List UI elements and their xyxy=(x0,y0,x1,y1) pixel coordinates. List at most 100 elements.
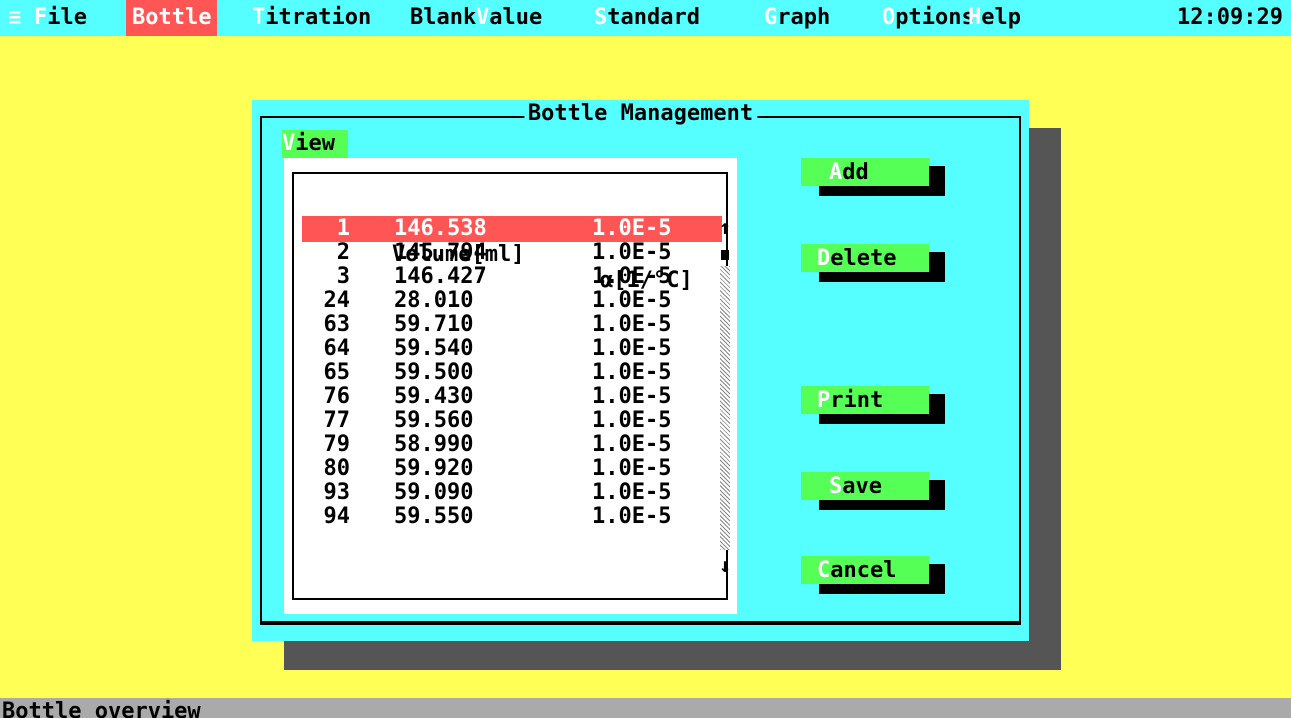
table-row[interactable]: 93 59.090 1.0E-5 xyxy=(294,480,714,506)
save-button[interactable]: Save xyxy=(801,472,929,500)
row-volume: 146.538 xyxy=(394,216,487,241)
system-menu-icon[interactable]: ≡ xyxy=(8,0,21,36)
add-label: dd xyxy=(842,160,869,185)
row-alpha: 1.0E-5 xyxy=(592,480,672,505)
menu-file[interactable]: File xyxy=(34,0,87,36)
row-alpha: 1.0E-5 xyxy=(592,432,672,457)
menu-graph-label: raph xyxy=(777,5,831,30)
add-button-wrap: Add xyxy=(801,158,947,202)
table-row[interactable]: 3 146.427 1.0E-5 xyxy=(294,264,714,290)
row-no: 63 xyxy=(323,312,351,337)
row-alpha: 1.0E-5 xyxy=(592,312,672,337)
menu-graph-hotkey: G xyxy=(764,5,778,30)
table-row[interactable]: 77 59.560 1.0E-5 xyxy=(294,408,714,434)
menu-bottle[interactable]: Bottle xyxy=(126,0,218,36)
menu-titration-hotkey: T xyxy=(252,5,266,30)
row-alpha: 1.0E-5 xyxy=(592,288,672,313)
row-alpha: 1.0E-5 xyxy=(592,408,672,433)
table-row[interactable]: 64 59.540 1.0E-5 xyxy=(294,336,714,362)
print-label: rint xyxy=(830,388,884,413)
add-hotkey: A xyxy=(829,160,843,185)
menu-bar: ≡ File Bottle Titration Blank Value Stan… xyxy=(0,0,1291,36)
row-volume: 59.560 xyxy=(394,408,474,433)
bottle-list[interactable]: No Volume[ml] α[1/°C] 1 146.538 1.0E-5 2 145… xyxy=(292,172,731,600)
row-no: 65 xyxy=(323,360,351,385)
dialog-title: Bottle Management xyxy=(523,100,758,128)
menu-file-label: ile xyxy=(47,5,87,30)
bottle-management-dialog: Bottle Management View No Volume[ml] α[1… xyxy=(252,100,1029,641)
table-row[interactable]: 65 59.500 1.0E-5 xyxy=(294,360,714,386)
delete-button[interactable]: Delete xyxy=(801,244,929,272)
menu-value[interactable]: Value xyxy=(476,0,542,36)
menu-blank-label: Blank xyxy=(410,5,477,30)
clock: 12:09:29 xyxy=(1177,5,1283,30)
menu-titration-label: itration xyxy=(265,5,372,30)
status-bar: Bottle overview xyxy=(0,698,1291,718)
row-alpha: 1.0E-5 xyxy=(592,360,672,385)
list-scrollbar[interactable]: ↑ ↓ xyxy=(718,216,732,578)
menu-options[interactable]: Options xyxy=(882,0,975,36)
table-row[interactable]: 24 28.010 1.0E-5 xyxy=(294,288,714,314)
menu-value-hotkey: V xyxy=(476,5,490,30)
cancel-label: ancel xyxy=(830,558,897,583)
row-no: 93 xyxy=(323,480,351,505)
row-no: 3 xyxy=(336,264,350,289)
menu-help-hotkey: H xyxy=(968,5,982,30)
menu-file-hotkey: F xyxy=(34,5,48,30)
print-button[interactable]: Print xyxy=(801,386,929,414)
table-row[interactable]: 79 58.990 1.0E-5 xyxy=(294,432,714,458)
menu-bottle-hotkey: B xyxy=(132,5,146,30)
cancel-hotkey: C xyxy=(817,558,831,583)
scroll-track[interactable] xyxy=(720,266,730,550)
view-label: iew xyxy=(295,131,335,156)
row-volume: 59.090 xyxy=(394,480,474,505)
row-no: 64 xyxy=(323,336,351,361)
menu-bottle-label: ottle xyxy=(145,5,212,30)
menu-titration[interactable]: Titration xyxy=(252,0,371,36)
row-alpha: 1.0E-5 xyxy=(592,504,672,529)
system-menu-glyph: ≡ xyxy=(8,5,22,30)
view-hotkey: V xyxy=(282,131,296,156)
menu-standard-label: tandard xyxy=(607,5,700,30)
table-row[interactable]: 1 146.538 1.0E-5 xyxy=(302,216,722,242)
row-no: 76 xyxy=(323,384,351,409)
row-volume: 145.794 xyxy=(394,240,487,265)
menu-options-hotkey: O xyxy=(882,5,896,30)
cancel-button[interactable]: Cancel xyxy=(801,556,929,584)
row-alpha: 1.0E-5 xyxy=(592,336,672,361)
menu-blank[interactable]: Blank xyxy=(410,0,476,36)
scroll-down-arrow-icon[interactable]: ↓ xyxy=(718,554,732,576)
row-no: 24 xyxy=(323,288,351,313)
scroll-thumb[interactable] xyxy=(718,244,732,260)
add-button[interactable]: Add xyxy=(801,158,929,186)
menu-standard[interactable]: Standard xyxy=(594,0,700,36)
table-row[interactable]: 76 59.430 1.0E-5 xyxy=(294,384,714,410)
row-no: 80 xyxy=(323,456,351,481)
row-no: 2 xyxy=(336,240,350,265)
table-row[interactable]: 63 59.710 1.0E-5 xyxy=(294,312,714,338)
row-alpha: 1.0E-5 xyxy=(592,264,672,289)
menu-options-label: ptions xyxy=(895,5,975,30)
row-alpha: 1.0E-5 xyxy=(592,216,672,241)
row-no: 79 xyxy=(323,432,351,457)
row-volume: 59.540 xyxy=(394,336,474,361)
row-volume: 58.990 xyxy=(394,432,474,457)
table-row[interactable]: 2 145.794 1.0E-5 xyxy=(294,240,714,266)
menu-help-label: elp xyxy=(981,5,1021,30)
row-alpha: 1.0E-5 xyxy=(592,456,672,481)
row-volume: 146.427 xyxy=(394,264,487,289)
view-menu[interactable]: View xyxy=(282,130,348,158)
scroll-up-arrow-icon[interactable]: ↑ xyxy=(718,216,732,238)
row-volume: 59.550 xyxy=(394,504,474,529)
row-no: 1 xyxy=(336,216,350,241)
table-row[interactable]: 80 59.920 1.0E-5 xyxy=(294,456,714,482)
row-volume: 59.500 xyxy=(394,360,474,385)
menu-graph[interactable]: Graph xyxy=(764,0,830,36)
row-alpha: 1.0E-5 xyxy=(592,384,672,409)
row-no: 77 xyxy=(323,408,351,433)
menu-help[interactable]: Help xyxy=(968,0,1021,36)
delete-hotkey: D xyxy=(817,246,831,271)
print-button-wrap: Print xyxy=(801,386,947,430)
menu-value-label: alue xyxy=(489,5,543,30)
table-row[interactable]: 94 59.550 1.0E-5 xyxy=(294,504,714,530)
